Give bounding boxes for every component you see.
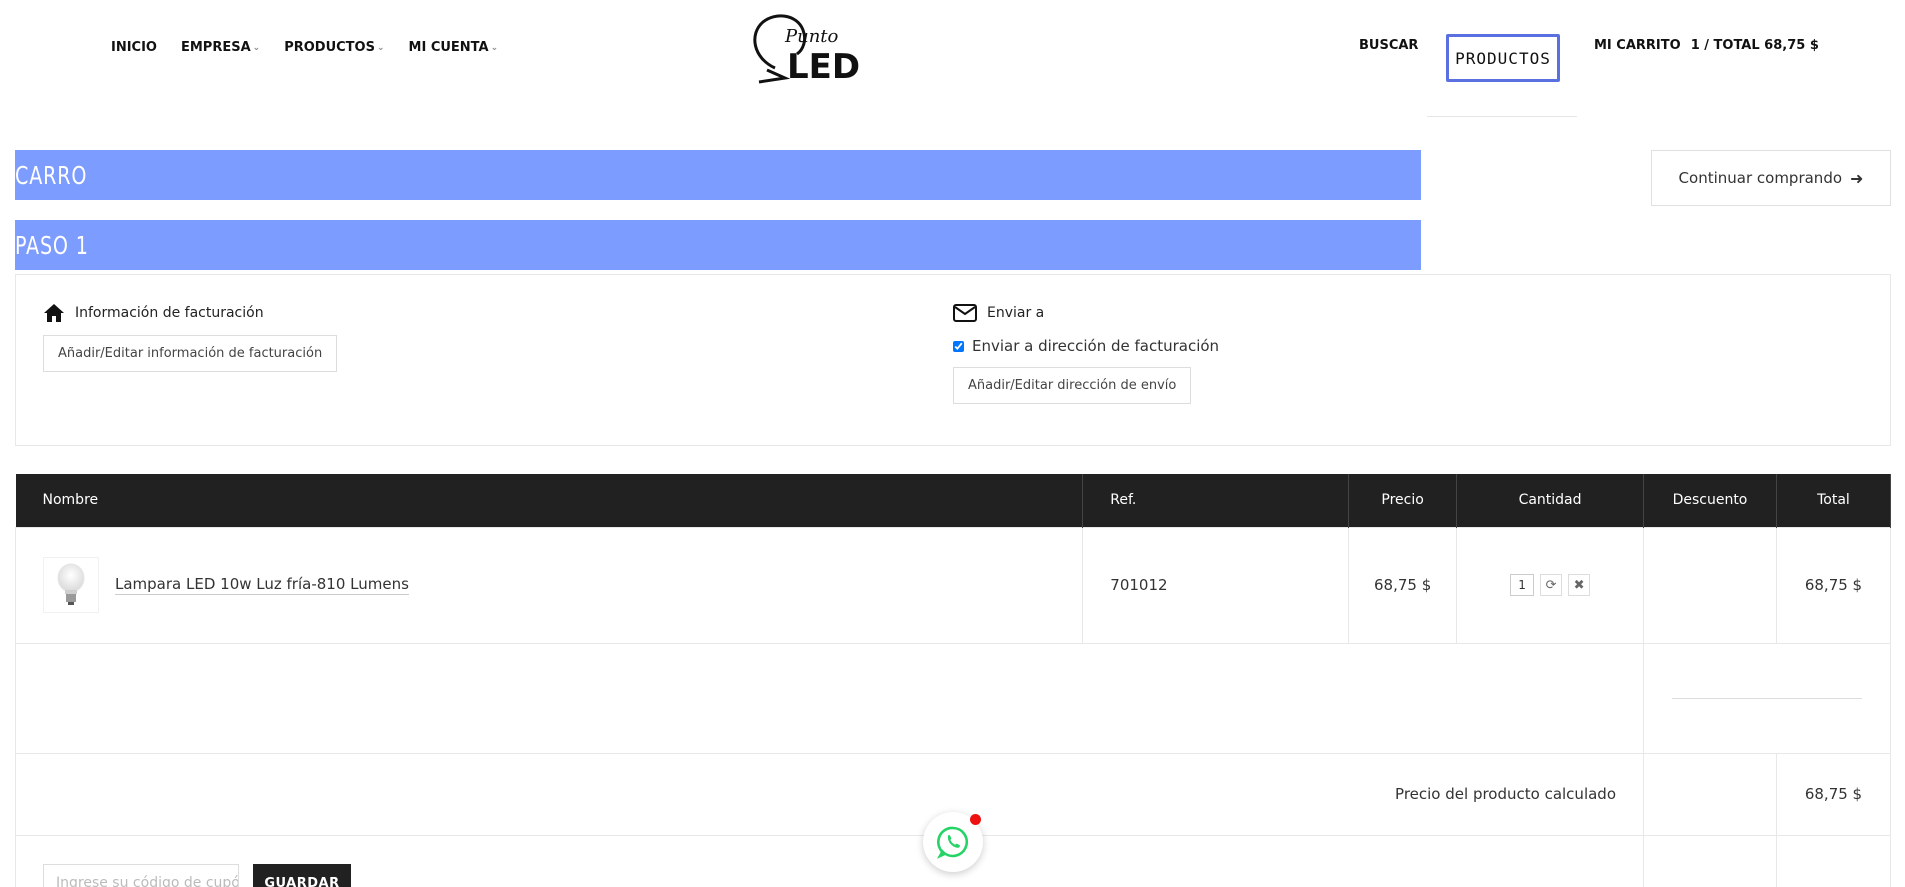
ship-to-billing-checkbox[interactable] — [953, 340, 964, 352]
shipping-title-text: Enviar a — [987, 305, 1045, 321]
shipping-title: Enviar a — [953, 303, 1219, 323]
cart-link[interactable]: MI CARRITO 1 / TOTAL 68,75 $ — [1594, 38, 1819, 53]
productos-banner[interactable]: PRODUCTOS — [1446, 34, 1560, 82]
nav-productos[interactable]: PRODUCTOS ⌄ — [284, 40, 384, 55]
logo-bold-text: LED — [787, 47, 860, 86]
page-title-carro: CARRO — [15, 150, 1421, 200]
ship-to-billing-label: Enviar a dirección de facturación — [972, 337, 1220, 355]
save-coupon-button[interactable]: GUARDAR — [253, 863, 351, 887]
envelope-icon — [953, 304, 977, 322]
nav-productos-label: PRODUCTOS — [284, 40, 375, 55]
step-title: PASO 1 — [15, 220, 1421, 270]
column-header-precio: Precio — [1348, 474, 1458, 527]
quantity-input[interactable]: 1 — [1510, 574, 1535, 596]
product-name-link[interactable]: Lampara LED 10w Luz fría-810 Lumens — [115, 575, 409, 595]
bulb-icon — [57, 563, 85, 605]
ship-to-billing-row: Enviar a dirección de facturación — [953, 337, 1219, 355]
quantity-cell: 1 ⟳ ✖ — [1456, 526, 1644, 644]
address-panel: Información de facturación Añadir/Editar… — [15, 274, 1891, 446]
subtotal-value: 68,75 $ — [1775, 752, 1892, 836]
product-discount — [1643, 526, 1777, 644]
billing-title-text: Información de facturación — [75, 305, 264, 321]
productos-banner-label: PRODUCTOS — [1455, 48, 1551, 68]
empty-cell — [15, 642, 1644, 754]
column-header-descuento: Descuento — [1643, 474, 1777, 527]
page-title-carro-text: CARRO — [15, 160, 88, 190]
edit-shipping-label: Añadir/Editar dirección de envío — [968, 378, 1177, 393]
step-title-text: PASO 1 — [15, 230, 89, 260]
continue-shopping-label: Continuar comprando — [1678, 169, 1843, 187]
cart-label: MI CARRITO — [1594, 38, 1681, 53]
nav-inicio-label: INICIO — [111, 40, 157, 55]
coupon-empty-cell — [1775, 834, 1892, 887]
product-price: 68,75 $ — [1348, 526, 1458, 644]
search-link[interactable]: BUSCAR — [1359, 38, 1418, 53]
column-header-cantidad: Cantidad — [1456, 474, 1644, 527]
chevron-down-icon: ⌄ — [252, 42, 261, 53]
top-navigation: INICIO EMPRESA ⌄ PRODUCTOS ⌄ MI CUENTA ⌄ Pu… — [0, 0, 1905, 117]
main-menu: INICIO EMPRESA ⌄ PRODUCTOS ⌄ MI CUENTA ⌄ — [111, 40, 522, 55]
nav-inicio[interactable]: INICIO — [111, 40, 157, 55]
column-header-ref: Ref. — [1082, 474, 1350, 527]
product-ref: 701012 — [1082, 526, 1350, 644]
refresh-icon[interactable]: ⟳ — [1540, 574, 1563, 596]
whatsapp-icon — [936, 826, 969, 859]
product-thumbnail[interactable] — [43, 557, 99, 613]
notification-dot — [970, 814, 981, 825]
table-row: Lampara LED 10w Luz fría-810 Lumens 7010… — [14, 526, 1892, 644]
whatsapp-button[interactable] — [923, 812, 983, 872]
arrow-right-icon: ➜ — [1850, 168, 1864, 188]
billing-section: Información de facturación Añadir/Editar… — [43, 303, 338, 372]
discount-summary-cell — [1643, 642, 1891, 754]
billing-title: Información de facturación — [43, 303, 337, 323]
chevron-down-icon: ⌄ — [376, 42, 385, 53]
nav-empresa[interactable]: EMPRESA ⌄ — [181, 40, 260, 55]
coupon-cell: Ingrese su código de cupón GUARDAR — [15, 834, 1644, 887]
table-row-spacer — [15, 642, 1891, 754]
home-icon — [44, 304, 64, 322]
site-logo[interactable]: Punto LED — [745, 12, 865, 87]
logo-script-text: Punto — [784, 26, 839, 47]
continue-shopping-button[interactable]: Continuar comprando ➜ — [1651, 150, 1891, 206]
lightbulb-logo-icon: Punto LED — [753, 14, 860, 87]
shipping-section: Enviar a Enviar a dirección de facturaci… — [953, 303, 1219, 404]
edit-billing-label: Añadir/Editar información de facturación — [58, 346, 323, 361]
nav-empresa-label: EMPRESA — [180, 40, 251, 55]
nav-mi-cuenta[interactable]: MI CUENTA ⌄ — [409, 40, 499, 55]
coupon-empty-cell — [1643, 834, 1777, 887]
divider — [1672, 697, 1862, 699]
product-cell: Lampara LED 10w Luz fría-810 Lumens — [14, 526, 1084, 644]
close-icon[interactable]: ✖ — [1568, 574, 1591, 596]
coupon-input[interactable]: Ingrese su código de cupón — [43, 863, 239, 887]
column-header-total: Total — [1776, 474, 1892, 527]
chevron-down-icon: ⌄ — [490, 42, 499, 53]
subtotal-label: Precio del producto calculado — [15, 752, 1644, 836]
table-header-row: Nombre Ref. Precio Cantidad Descuento To… — [15, 474, 1892, 527]
column-header-nombre: Nombre — [15, 474, 1084, 527]
cart-total: 1 / TOTAL 68,75 $ — [1690, 38, 1819, 53]
nav-mi-cuenta-label: MI CUENTA — [408, 40, 489, 55]
edit-billing-button[interactable]: Añadir/Editar información de facturación — [43, 335, 338, 372]
edit-shipping-button[interactable]: Añadir/Editar dirección de envío — [953, 367, 1192, 404]
product-total: 68,75 $ — [1775, 526, 1892, 644]
subtotal-discount-cell — [1643, 752, 1777, 836]
divider — [1427, 116, 1577, 117]
search-label: BUSCAR — [1359, 38, 1419, 53]
